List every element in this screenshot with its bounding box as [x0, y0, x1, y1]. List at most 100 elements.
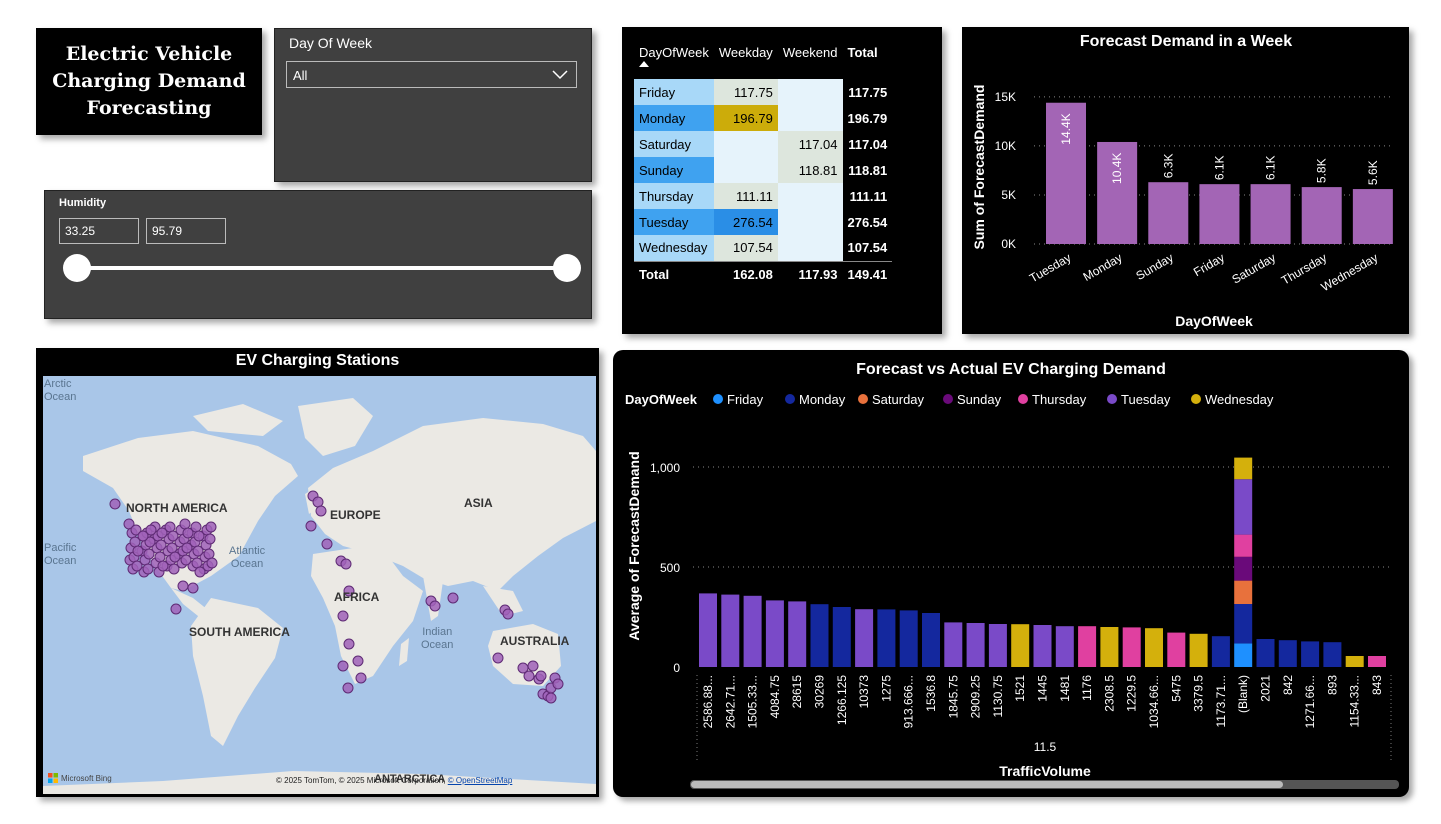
station-marker[interactable] [182, 527, 194, 539]
matrix-row[interactable]: Friday 117.75 117.75 [634, 79, 893, 105]
ev-stations-map[interactable] [43, 376, 596, 794]
matrix-header-total[interactable]: Total [843, 39, 893, 79]
fa-bar-segment[interactable] [1234, 643, 1253, 667]
fa-bar[interactable] [1345, 656, 1364, 667]
fa-legend-item[interactable]: Monday [799, 392, 846, 407]
week-bar[interactable] [1352, 189, 1393, 244]
fa-bar[interactable] [788, 601, 807, 667]
station-marker[interactable] [157, 560, 169, 572]
station-marker[interactable] [143, 548, 155, 560]
fa-bar[interactable] [1122, 627, 1141, 667]
station-marker[interactable] [206, 557, 218, 569]
week-bar[interactable] [1250, 184, 1291, 244]
matrix-row[interactable]: Saturday 117.04 117.04 [634, 131, 893, 157]
matrix-row[interactable]: Wednesday 107.54 107.54 [634, 235, 893, 261]
fa-bar[interactable] [1145, 628, 1163, 667]
station-marker[interactable] [312, 496, 324, 508]
station-marker[interactable] [545, 692, 557, 704]
fa-bar[interactable] [1211, 636, 1230, 667]
station-marker[interactable] [177, 580, 189, 592]
fa-bar[interactable] [988, 624, 1007, 667]
fa-bar[interactable] [765, 600, 784, 667]
fa-bar[interactable] [1055, 626, 1074, 667]
station-marker[interactable] [155, 539, 167, 551]
station-marker[interactable] [552, 678, 564, 690]
fa-bar[interactable] [699, 593, 717, 667]
station-marker[interactable] [340, 558, 352, 570]
fa-bar[interactable] [810, 604, 829, 667]
station-marker[interactable] [191, 557, 203, 569]
station-marker[interactable] [167, 530, 179, 542]
station-marker[interactable] [179, 518, 191, 530]
station-marker[interactable] [535, 670, 547, 682]
station-marker[interactable] [166, 542, 178, 554]
fa-legend-item[interactable]: Saturday [872, 392, 925, 407]
station-marker[interactable] [343, 638, 355, 650]
matrix-header-dayofweek[interactable]: DayOfWeek [634, 39, 714, 79]
station-marker[interactable] [337, 660, 349, 672]
station-marker[interactable] [137, 530, 149, 542]
station-marker[interactable] [355, 672, 367, 684]
fa-bar[interactable] [1278, 640, 1297, 667]
fa-legend-item[interactable]: Sunday [957, 392, 1002, 407]
week-bar[interactable] [1199, 184, 1240, 244]
matrix-row[interactable]: Monday 196.79 196.79 [634, 105, 893, 131]
station-marker[interactable] [305, 520, 317, 532]
matrix-row[interactable]: Tuesday 276.54 276.54 [634, 209, 893, 235]
station-marker[interactable] [203, 548, 215, 560]
fa-bar[interactable] [832, 607, 851, 667]
station-marker[interactable] [169, 551, 181, 563]
week-bar[interactable] [1301, 187, 1342, 244]
fa-bar-segment[interactable] [1234, 534, 1253, 557]
fa-bar[interactable] [877, 609, 896, 667]
fa-bar[interactable] [1100, 627, 1119, 667]
fa-bar-segment[interactable] [1234, 556, 1253, 581]
station-marker[interactable] [429, 600, 441, 612]
humidity-min-input[interactable]: 33.25 [59, 218, 139, 244]
matrix-row[interactable]: Sunday 118.81 118.81 [634, 157, 893, 183]
station-marker[interactable] [517, 662, 529, 674]
station-marker[interactable] [181, 542, 193, 554]
station-marker[interactable] [142, 563, 154, 575]
matrix-row[interactable]: Thursday 111.11 111.11 [634, 183, 893, 209]
humidity-max-input[interactable]: 95.79 [146, 218, 226, 244]
station-marker[interactable] [170, 603, 182, 615]
fa-bar[interactable] [1033, 625, 1052, 667]
fa-bar-segment[interactable] [1234, 604, 1253, 644]
matrix-header-weekday[interactable]: Weekday [714, 39, 778, 79]
station-marker[interactable] [154, 551, 166, 563]
humidity-min-handle[interactable] [63, 254, 91, 282]
station-marker[interactable] [156, 527, 168, 539]
fa-bar[interactable] [855, 609, 874, 667]
station-marker[interactable] [109, 498, 121, 510]
station-marker[interactable] [205, 521, 217, 533]
fa-bar[interactable] [966, 623, 985, 667]
fa-bar-segment[interactable] [1234, 457, 1253, 480]
station-marker[interactable] [342, 682, 354, 694]
fa-bar[interactable] [899, 610, 918, 667]
station-marker[interactable] [527, 660, 539, 672]
fa-bar-segment[interactable] [1234, 479, 1253, 535]
station-marker[interactable] [447, 592, 459, 604]
fa-bar[interactable] [1323, 642, 1342, 667]
osm-link[interactable]: © OpenStreetMap [448, 776, 513, 785]
station-marker[interactable] [352, 655, 364, 667]
fa-bar[interactable] [922, 613, 940, 667]
fa-bar[interactable] [1167, 632, 1186, 667]
humidity-max-handle[interactable] [553, 254, 581, 282]
fa-legend-item[interactable]: Tuesday [1121, 392, 1171, 407]
fa-legend-item[interactable]: Friday [727, 392, 764, 407]
fa-bar[interactable] [1256, 639, 1275, 667]
station-marker[interactable] [321, 538, 333, 550]
station-marker[interactable] [131, 560, 143, 572]
matrix-header-weekend[interactable]: Weekend [778, 39, 843, 79]
fa-legend-item[interactable]: Wednesday [1205, 392, 1274, 407]
station-marker[interactable] [337, 610, 349, 622]
fa-scrollbar-thumb[interactable] [691, 781, 1283, 788]
week-bar[interactable] [1148, 182, 1189, 244]
station-marker[interactable] [180, 554, 192, 566]
day-of-week-dropdown[interactable]: All [286, 61, 577, 88]
fa-legend-item[interactable]: Thursday [1032, 392, 1087, 407]
station-marker[interactable] [192, 545, 204, 557]
station-marker[interactable] [193, 530, 205, 542]
